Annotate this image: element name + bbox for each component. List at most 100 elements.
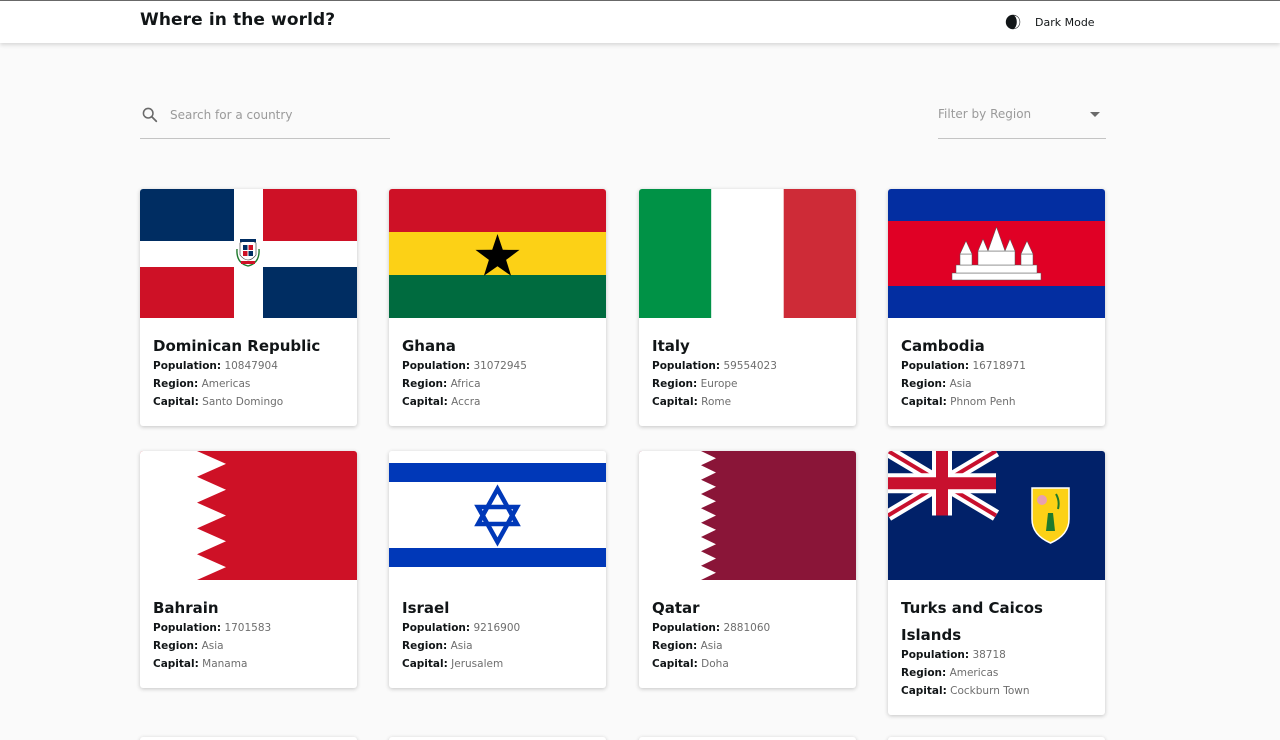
country-card[interactable]: Israel Population: 9216900 Region: Asia … <box>389 451 606 688</box>
region-value: Africa <box>450 378 481 390</box>
country-name: Bahrain <box>153 599 219 617</box>
country-name: Qatar <box>652 599 700 617</box>
region-label: Region: <box>652 378 698 390</box>
bahrain-flag-icon <box>140 451 357 580</box>
country-card[interactable]: Italy Population: 59554023 Region: Europ… <box>639 189 856 426</box>
region-value: Asia <box>450 640 473 652</box>
population-label: Population: <box>652 360 721 372</box>
region-value: Americas <box>201 378 251 390</box>
population-value: 59554023 <box>723 360 777 372</box>
israel-flag-icon <box>389 451 606 580</box>
region-label: Region: <box>153 640 199 652</box>
region-value: Asia <box>201 640 224 652</box>
population-row: Population: 38718 <box>901 648 1006 662</box>
region-filter-dropdown[interactable]: Filter by Region <box>938 99 1106 139</box>
country-card[interactable]: Bahrain Population: 1701583 Region: Asia… <box>140 451 357 688</box>
region-label: Region: <box>901 378 947 390</box>
country-name: Italy <box>652 337 690 355</box>
italy-flag-icon <box>639 189 856 318</box>
country-name: Turks and Caicos Islands <box>901 599 1043 644</box>
capital-value: Cockburn Town <box>950 685 1030 697</box>
population-value: 9216900 <box>473 622 521 634</box>
capital-label: Capital: <box>153 658 199 670</box>
country-name: Cambodia <box>901 337 985 355</box>
population-label: Population: <box>901 360 970 372</box>
region-row: Region: Europe <box>652 377 738 391</box>
population-value: 16718971 <box>972 360 1026 372</box>
capital-label: Capital: <box>402 658 448 670</box>
region-value: Americas <box>949 667 999 679</box>
country-name: Israel <box>402 599 450 617</box>
dark-mode-toggle[interactable]: Dark Mode <box>1004 12 1095 32</box>
capital-value: Santo Domingo <box>202 396 284 408</box>
population-value: 2881060 <box>723 622 771 634</box>
app-title: Where in the world? <box>140 10 336 30</box>
capital-value: Jerusalem <box>451 658 504 670</box>
population-label: Population: <box>901 649 970 661</box>
population-label: Population: <box>402 622 471 634</box>
population-row: Population: 16718971 <box>901 359 1026 373</box>
region-row: Region: Asia <box>901 377 972 391</box>
capital-row: Capital: Accra <box>402 395 480 409</box>
country-card[interactable]: Ghana Population: 31072945 Region: Afric… <box>389 189 606 426</box>
capital-label: Capital: <box>402 396 448 408</box>
dark-mode-label: Dark Mode <box>1035 15 1095 29</box>
capital-row: Capital: Jerusalem <box>402 657 503 671</box>
filter-label: Filter by Region <box>938 107 1032 121</box>
region-row: Region: Africa <box>402 377 481 391</box>
country-name: Dominican Republic <box>153 337 321 355</box>
region-label: Region: <box>402 640 448 652</box>
cambodia-flag-icon <box>888 189 1105 318</box>
region-value: Asia <box>700 640 723 652</box>
search-icon <box>142 107 158 123</box>
capital-row: Capital: Santo Domingo <box>153 395 283 409</box>
moon-icon <box>1005 14 1021 30</box>
population-label: Population: <box>652 622 721 634</box>
population-label: Population: <box>402 360 471 372</box>
search-input[interactable] <box>170 105 385 125</box>
population-value: 38718 <box>972 649 1006 661</box>
capital-value: Manama <box>202 658 248 670</box>
population-value: 31072945 <box>473 360 527 372</box>
ghana-flag-icon <box>389 189 606 318</box>
population-label: Population: <box>153 360 222 372</box>
population-row: Population: 59554023 <box>652 359 777 373</box>
region-label: Region: <box>402 378 448 390</box>
country-card[interactable]: Turks and Caicos Islands Population: 387… <box>888 451 1105 715</box>
capital-value: Doha <box>701 658 729 670</box>
population-row: Population: 2881060 <box>652 621 770 635</box>
region-row: Region: Asia <box>652 639 723 653</box>
population-row: Population: 31072945 <box>402 359 527 373</box>
region-label: Region: <box>153 378 199 390</box>
population-row: Population: 1701583 <box>153 621 271 635</box>
search-field[interactable] <box>140 99 390 139</box>
population-value: 1701583 <box>224 622 272 634</box>
population-row: Population: 9216900 <box>402 621 520 635</box>
country-name: Ghana <box>402 337 456 355</box>
region-row: Region: Americas <box>901 666 998 680</box>
population-row: Population: 10847904 <box>153 359 278 373</box>
turks-and-caicos-flag-icon <box>888 451 1105 580</box>
chevron-down-icon <box>1090 112 1100 117</box>
capital-label: Capital: <box>901 685 947 697</box>
country-card[interactable]: Qatar Population: 2881060 Region: Asia C… <box>639 451 856 688</box>
region-row: Region: Asia <box>153 639 224 653</box>
capital-label: Capital: <box>153 396 199 408</box>
capital-value: Phnom Penh <box>950 396 1016 408</box>
country-card[interactable]: Cambodia Population: 16718971 Region: As… <box>888 189 1105 426</box>
capital-value: Rome <box>701 396 732 408</box>
capital-label: Capital: <box>652 658 698 670</box>
capital-label: Capital: <box>652 396 698 408</box>
dominican-republic-flag-icon <box>140 189 357 318</box>
region-label: Region: <box>652 640 698 652</box>
capital-row: Capital: Cockburn Town <box>901 684 1030 698</box>
region-value: Asia <box>949 378 972 390</box>
capital-row: Capital: Manama <box>153 657 247 671</box>
region-row: Region: Asia <box>402 639 473 653</box>
region-label: Region: <box>901 667 947 679</box>
country-card[interactable]: Dominican Republic Population: 10847904 … <box>140 189 357 426</box>
capital-value: Accra <box>451 396 481 408</box>
capital-row: Capital: Phnom Penh <box>901 395 1016 409</box>
population-value: 10847904 <box>224 360 278 372</box>
app-header: Where in the world? Dark Mode <box>0 1 1280 43</box>
